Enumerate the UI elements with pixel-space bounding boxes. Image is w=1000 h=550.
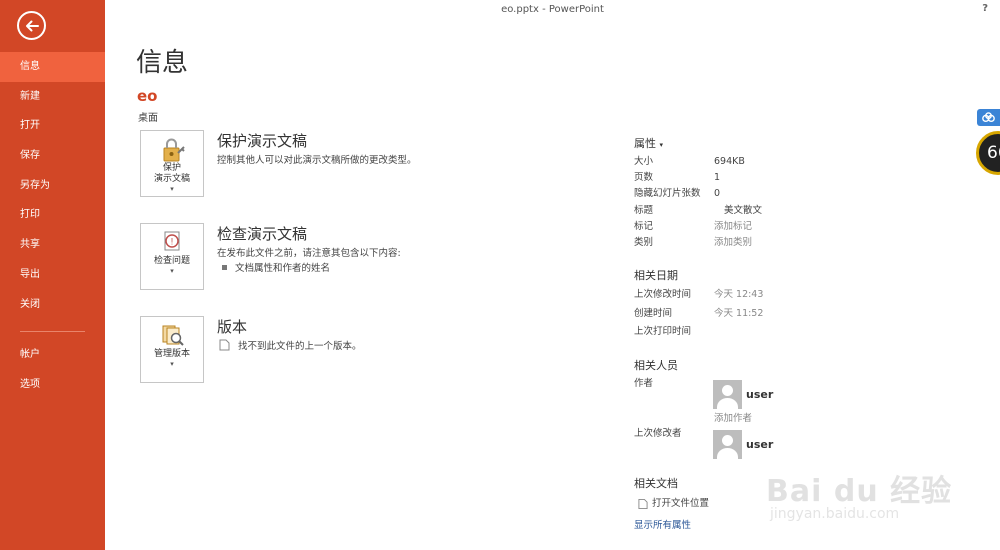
versions-status-text: 找不到此文件的上一个版本。	[238, 341, 362, 352]
nav-item-close[interactable]: 关闭	[0, 290, 105, 320]
property-key: 标记	[634, 221, 654, 232]
check-issues-button[interactable]: ! 检查问题 ▾	[140, 223, 204, 290]
last-modified-by-person[interactable]: user	[713, 430, 773, 459]
document-icon	[219, 339, 230, 351]
nav-item-open[interactable]: 打开	[0, 111, 105, 141]
property-value: 0	[714, 188, 721, 199]
svg-text:!: !	[171, 237, 174, 247]
arrow-left-icon	[25, 20, 39, 31]
bullet-icon	[222, 264, 227, 270]
date-row: 上次打印时间	[634, 324, 964, 340]
property-row: 大小 694KB	[634, 154, 964, 170]
versions-section-title: 版本	[217, 318, 248, 336]
date-row: 上次修改时间 今天 12:43	[634, 287, 964, 303]
nav-item-account[interactable]: 帐户	[0, 340, 105, 370]
chevron-down-icon: ▾	[170, 267, 174, 275]
related-dates-header: 相关日期	[634, 269, 678, 282]
add-tags-field[interactable]: 添加标记	[714, 219, 752, 235]
last-modified-by-row: 上次修改者	[634, 426, 964, 442]
property-row: 隐藏幻灯片张数 0	[634, 186, 964, 202]
open-file-location-text: 打开文件位置	[652, 498, 710, 509]
chevron-down-icon: ▾	[170, 185, 174, 193]
nav-item-share[interactable]: 共享	[0, 230, 105, 260]
powerpoint-backstage: 信息 新建 打开 保存 另存为 打印 共享 导出 关闭 帐户 选项 eo.ppt…	[0, 0, 1000, 550]
property-row: 标题 美文散文	[634, 203, 964, 219]
property-key: 大小	[634, 156, 654, 167]
nav-divider	[20, 331, 85, 333]
author-name: user	[746, 388, 774, 401]
document-name: eo	[137, 87, 158, 105]
title-value-field[interactable]: 美文散文	[724, 203, 762, 219]
chevron-down-icon: ▾	[659, 141, 664, 149]
related-documents-header: 相关文档	[634, 477, 678, 490]
last-modified-by-label: 上次修改者	[634, 428, 682, 439]
date-key: 上次打印时间	[634, 326, 692, 337]
manage-versions-button[interactable]: 管理版本 ▾	[140, 316, 204, 383]
avatar	[713, 380, 742, 409]
date-row: 创建时间 今天 11:52	[634, 306, 964, 322]
baidu-watermark: Bai du 经验 jingyan.baidu.com	[760, 458, 1000, 550]
help-button[interactable]: ?	[982, 3, 988, 14]
document-search-icon	[162, 325, 184, 346]
property-row: 页数 1	[634, 170, 964, 186]
inspect-section-title: 检查演示文稿	[217, 225, 308, 243]
cloud-icon	[982, 112, 995, 123]
last-modified-by-name: user	[746, 438, 774, 451]
date-key: 上次修改时间	[634, 289, 692, 300]
property-key: 页数	[634, 172, 654, 183]
page-title: 信息	[136, 48, 189, 78]
document-icon	[638, 499, 648, 509]
property-value: 694KB	[714, 156, 745, 167]
inspect-document-icon: !	[164, 231, 180, 251]
property-key: 隐藏幻灯片张数	[634, 188, 701, 199]
watermark-url: jingyan.baidu.com	[770, 506, 900, 522]
properties-header[interactable]: 属性 ▾	[634, 135, 663, 151]
nav-item-save-as[interactable]: 另存为	[0, 171, 105, 201]
inspect-bullet-item: 文档属性和作者的姓名	[222, 260, 330, 274]
inspect-bullet-text: 文档属性和作者的姓名	[235, 263, 331, 274]
tile-label: 保护	[162, 163, 181, 173]
date-value: 今天 11:52	[714, 308, 764, 319]
nav-item-save[interactable]: 保存	[0, 141, 105, 171]
property-key: 标题	[634, 205, 654, 216]
date-key: 创建时间	[634, 308, 673, 319]
tile-label: 演示文稿	[153, 174, 190, 184]
protect-section-title: 保护演示文稿	[217, 132, 308, 150]
related-people-header: 相关人员	[634, 359, 678, 372]
cloud-sync-button[interactable]	[977, 109, 1000, 126]
backstage-nav: 信息 新建 打开 保存 另存为 打印 共享 导出 关闭 帐户 选项	[0, 52, 105, 400]
watermark-logo-text: Bai du 经验	[766, 474, 953, 509]
versions-status: 找不到此文件的上一个版本。	[219, 338, 362, 352]
protect-section-desc: 控制其他人可以对此演示文稿所做的更改类型。	[217, 155, 417, 166]
property-row: 标记 添加标记	[634, 219, 964, 235]
protect-presentation-button[interactable]: 保护 演示文稿 ▾	[140, 130, 204, 197]
nav-item-info[interactable]: 信息	[0, 52, 105, 82]
score-badge[interactable]: 66	[976, 131, 1000, 175]
inspect-section-desc: 在发布此文件之前，请注意其包含以下内容:	[217, 248, 401, 259]
author-row: 作者	[634, 376, 964, 392]
backstage-sidebar: 信息 新建 打开 保存 另存为 打印 共享 导出 关闭 帐户 选项	[0, 0, 105, 550]
property-row: 类别 添加类别	[634, 235, 964, 251]
property-key: 类别	[634, 237, 654, 248]
add-category-field[interactable]: 添加类别	[714, 235, 752, 251]
author-label: 作者	[634, 378, 654, 389]
lock-key-icon	[163, 138, 185, 162]
document-location[interactable]: 桌面	[138, 109, 158, 124]
property-value: 1	[714, 172, 721, 183]
date-value: 今天 12:43	[714, 289, 764, 300]
nav-item-options[interactable]: 选项	[0, 370, 105, 400]
tile-label: 检查问题	[153, 256, 190, 266]
author-person[interactable]: user	[713, 380, 773, 409]
nav-item-export[interactable]: 导出	[0, 260, 105, 290]
properties-header-text: 属性	[634, 137, 656, 150]
chevron-down-icon: ▾	[170, 360, 174, 368]
add-author-link[interactable]: 添加作者	[714, 411, 914, 427]
nav-item-print[interactable]: 打印	[0, 200, 105, 230]
tile-label: 管理版本	[153, 349, 190, 359]
avatar	[713, 430, 742, 459]
nav-item-new[interactable]: 新建	[0, 82, 105, 112]
back-button[interactable]	[17, 11, 46, 40]
